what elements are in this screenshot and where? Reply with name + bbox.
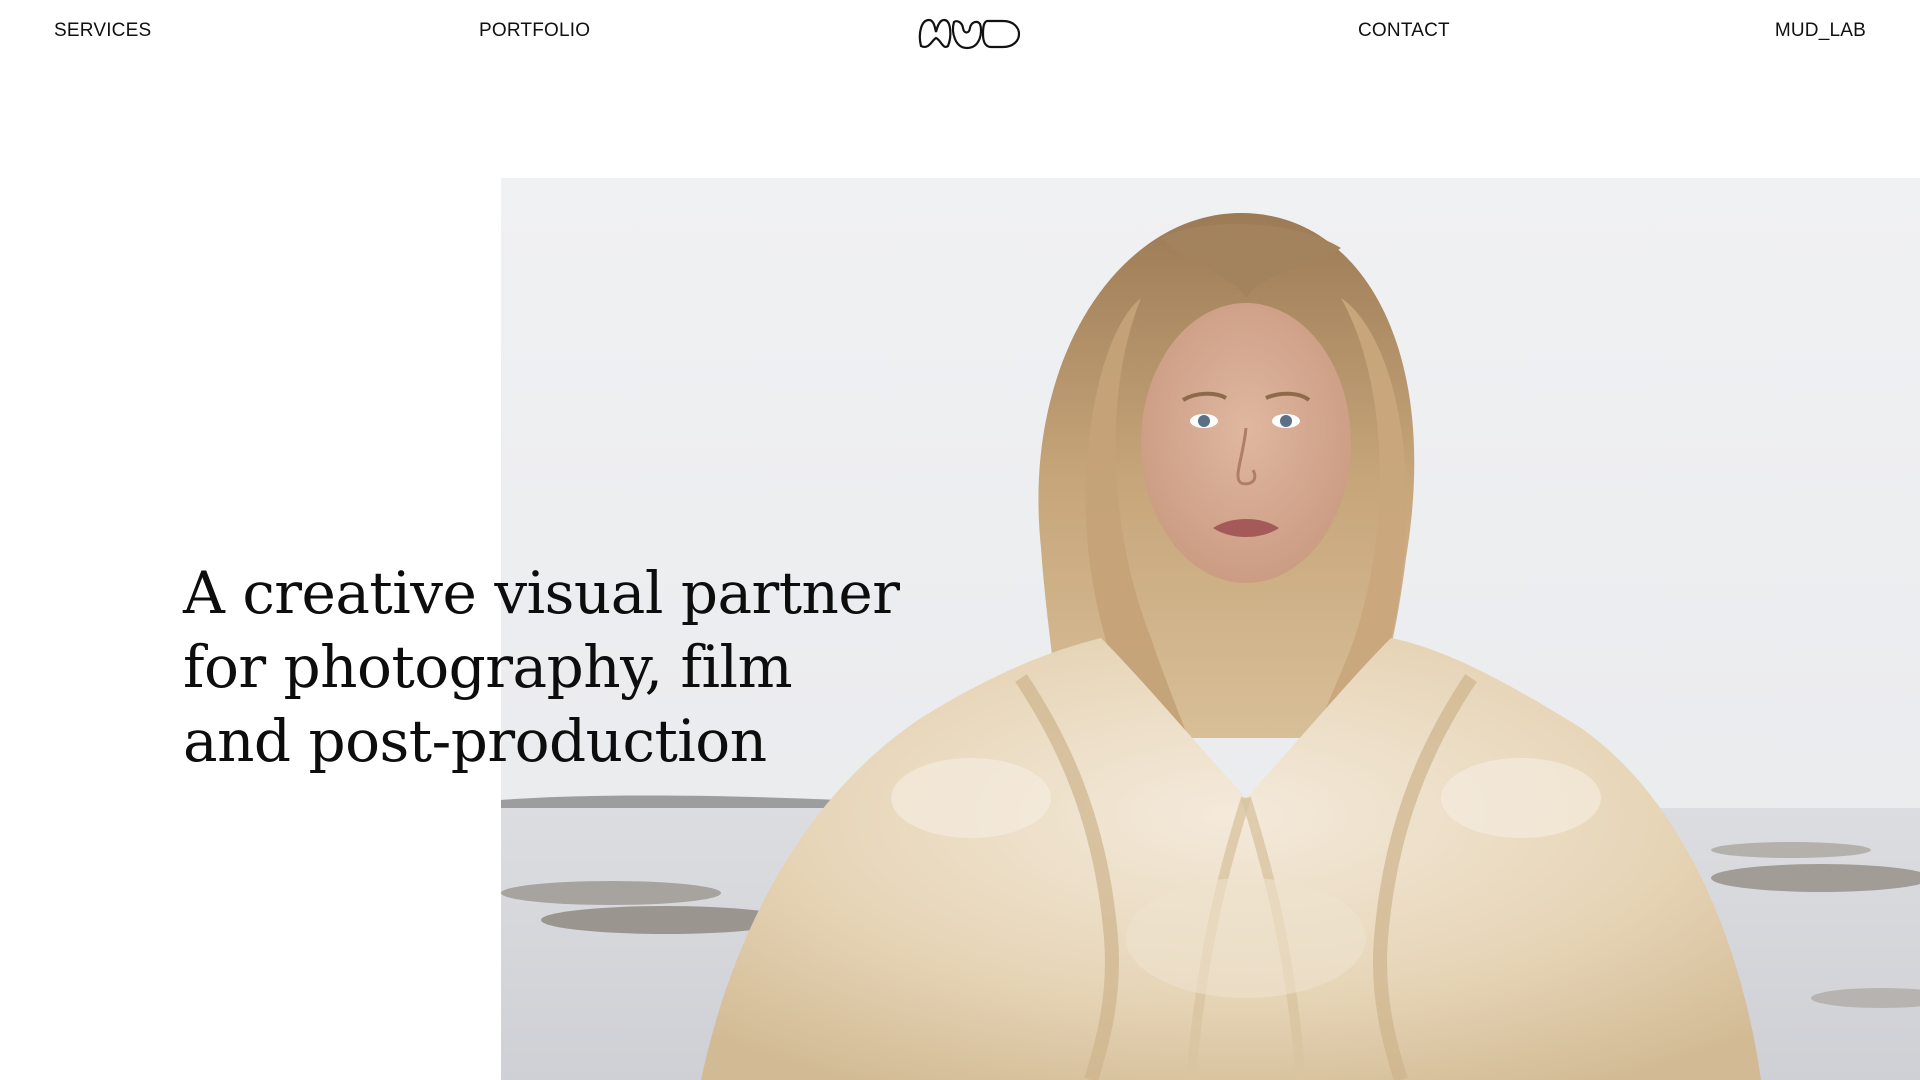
hero-headline: A creative visual partner for photograph…	[183, 559, 900, 775]
nav-portfolio-link[interactable]: PORTFOLIO	[479, 20, 590, 42]
nav-contact-link[interactable]: CONTACT	[1358, 20, 1450, 42]
nav-services-link[interactable]: SERVICES	[54, 20, 151, 42]
nav-mud-lab-link[interactable]: MUD_LAB	[1775, 20, 1866, 42]
mud-logo-icon[interactable]	[917, 16, 1021, 50]
mud-logo-mark	[918, 18, 1021, 50]
top-navigation: SERVICES PORTFOLIO CONTACT MUD_LAB	[0, 0, 1920, 64]
